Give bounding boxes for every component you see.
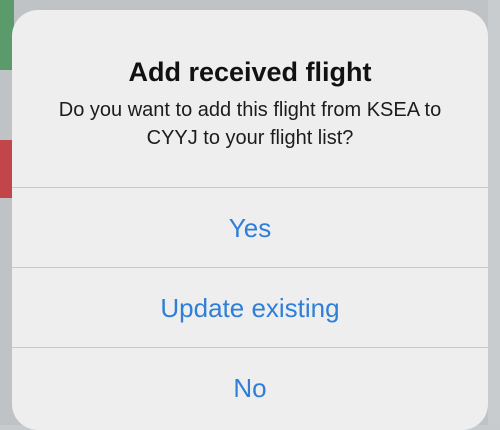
alert-message: Do you want to add this flight from KSEA… xyxy=(58,99,442,149)
update-existing-button[interactable]: Update existing xyxy=(12,268,488,348)
no-button[interactable]: No xyxy=(12,348,488,428)
alert-header: Add received flight Do you want to add t… xyxy=(12,10,488,188)
alert-title: Add received flight xyxy=(128,57,372,87)
background-right-edge xyxy=(488,0,500,425)
yes-button[interactable]: Yes xyxy=(12,188,488,268)
alert-dialog: Add received flight Do you want to add t… xyxy=(12,10,488,430)
